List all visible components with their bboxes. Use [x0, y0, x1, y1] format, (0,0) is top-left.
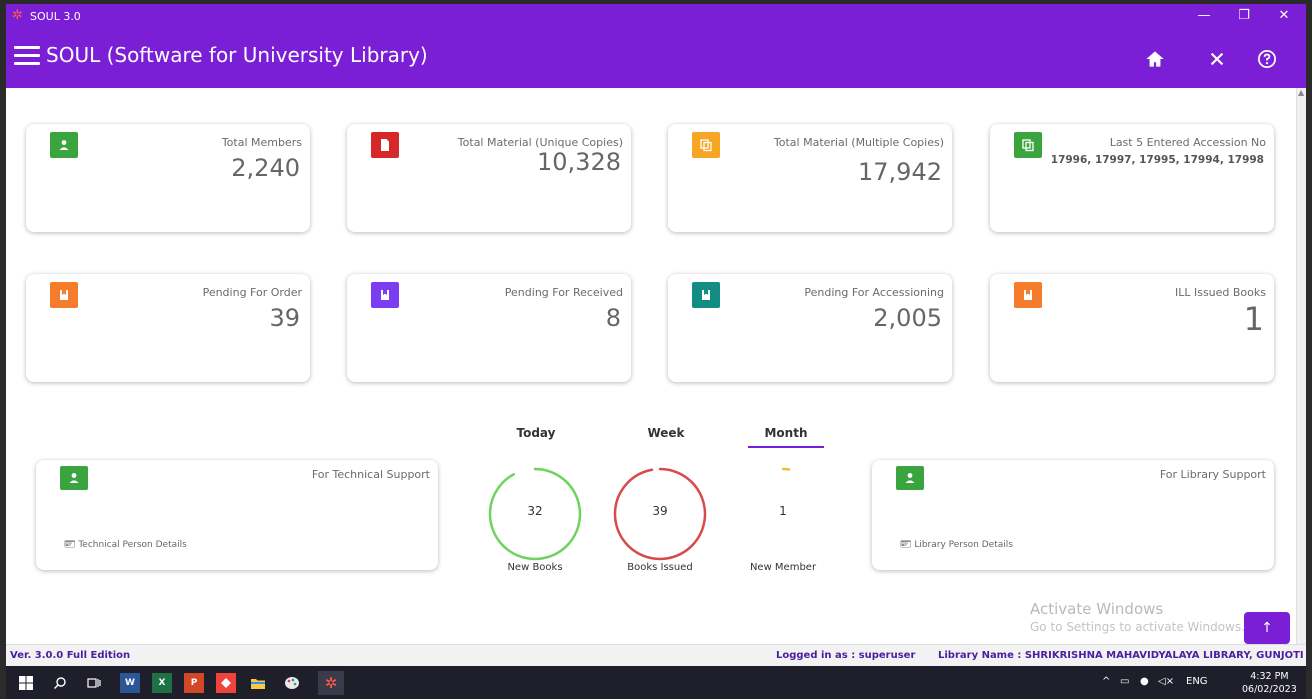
new-member-label: New Member	[749, 562, 817, 573]
card-label: Total Members	[221, 136, 302, 149]
tab-week[interactable]: Week	[636, 426, 696, 440]
person-icon	[50, 132, 78, 158]
id-card-icon: 🪪︎	[64, 540, 76, 550]
card-label: Pending For Order	[202, 286, 302, 299]
search-icon[interactable]	[50, 673, 70, 693]
tray-chevron-icon[interactable]: ^	[1102, 676, 1110, 687]
status-bar: Ver. 3.0.0 Full Edition Logged in as : s…	[6, 644, 1306, 666]
excel-icon[interactable]: X	[152, 673, 172, 693]
maximize-button[interactable]: ❐	[1226, 6, 1262, 26]
active-tab-indicator	[748, 446, 824, 448]
card-last-accession[interactable]: Last 5 Entered Accession No 17996, 17997…	[990, 124, 1274, 232]
file-explorer-icon[interactable]	[248, 673, 268, 693]
arrow-up-icon: ↑	[1261, 620, 1273, 636]
bookmark-icon	[50, 282, 78, 308]
card-total-members[interactable]: Total Members 2,240	[26, 124, 310, 232]
windows-icon[interactable]	[16, 673, 36, 693]
clock-time: 4:32 PM	[1250, 671, 1289, 682]
books-issued-value: 39	[652, 504, 668, 518]
card-label: Pending For Accessioning	[804, 286, 944, 299]
library-name-text: Library Name : SHRIKRISHNA MAHAVIDYALAYA…	[938, 650, 1304, 661]
close-icon[interactable]	[1204, 46, 1230, 72]
card-label: Last 5 Entered Accession No	[1109, 136, 1266, 149]
card-value: 2,240	[231, 154, 300, 182]
library-support-label: For Library Support	[1159, 468, 1266, 481]
title-bar: ✲ SOUL 3.0 — ❐ ✕	[6, 4, 1306, 30]
card-value: 8	[605, 304, 621, 332]
copy-icon	[1014, 132, 1042, 158]
activate-windows-subtitle: Go to Settings to activate Windows.	[1030, 620, 1245, 634]
activate-windows-title: Activate Windows	[1030, 600, 1164, 618]
library-support-card[interactable]: For Library Support 🪪︎ Library Person De…	[872, 460, 1274, 570]
menu-icon[interactable]	[14, 46, 40, 66]
id-card-icon: 🪪︎	[900, 540, 912, 550]
library-person-details[interactable]: 🪪︎ Library Person Details	[900, 540, 1013, 550]
vertical-scrollbar[interactable]: ▲	[1296, 88, 1306, 644]
minimize-button[interactable]: —	[1186, 6, 1222, 26]
app-bar: SOUL (Software for University Library)	[6, 30, 1306, 88]
paint-icon[interactable]	[282, 673, 302, 693]
scroll-to-top-button[interactable]: ↑	[1244, 612, 1290, 644]
card-label: ILL Issued Books	[1174, 286, 1266, 299]
technical-support-card[interactable]: For Technical Support 🪪︎ Technical Perso…	[36, 460, 438, 570]
tab-today[interactable]: Today	[506, 426, 566, 440]
home-icon[interactable]	[1142, 46, 1168, 72]
card-value: 17,942	[858, 158, 942, 186]
books-issued-label: Books Issued	[627, 562, 693, 573]
language-indicator[interactable]: ENG	[1186, 676, 1208, 687]
network-icon[interactable]: ▭	[1120, 676, 1129, 687]
word-icon[interactable]: W	[120, 673, 140, 693]
card-label: Total Material (Multiple Copies)	[773, 136, 944, 149]
logged-in-text: Logged in as : superuser	[776, 650, 916, 661]
version-text: Ver. 3.0.0 Full Edition	[10, 650, 131, 661]
card-pending-order[interactable]: Pending For Order 39	[26, 274, 310, 382]
person-icon	[60, 466, 88, 490]
windows-taskbar: W X P ✲ ^ ▭ ● ◁× ENG 4:32 PM 06/02/2023	[6, 666, 1306, 699]
card-value: 17996, 17997, 17995, 17994, 17998	[1050, 154, 1264, 166]
anydesk-icon[interactable]	[216, 673, 236, 693]
new-books-value: 32	[527, 504, 543, 518]
bookmark-icon	[371, 282, 399, 308]
library-details-text: Library Person Details	[914, 540, 1013, 550]
card-value: 39	[269, 304, 300, 332]
card-value: 2,005	[873, 304, 942, 332]
app-title: SOUL (Software for University Library)	[46, 43, 428, 67]
card-ill-issued[interactable]: ILL Issued Books 1	[990, 274, 1274, 382]
speaker-muted-icon[interactable]: ◁×	[1158, 676, 1174, 687]
technical-details-text: Technical Person Details	[78, 540, 187, 550]
new-books-label: New Books	[507, 562, 563, 573]
card-unique-copies[interactable]: Total Material (Unique Copies) 10,328	[347, 124, 631, 232]
soul-logo-icon: ✲	[12, 8, 23, 23]
person-icon	[896, 466, 924, 490]
card-value: 10,328	[537, 148, 621, 176]
copy-icon	[692, 132, 720, 158]
window-title: SOUL 3.0	[30, 10, 81, 23]
card-label: Pending For Received	[504, 286, 623, 299]
bookmark-icon	[692, 282, 720, 308]
bookmark-icon	[1014, 282, 1042, 308]
tab-month[interactable]: Month	[748, 426, 824, 440]
card-multiple-copies[interactable]: Total Material (Multiple Copies) 17,942	[668, 124, 952, 232]
technical-support-label: For Technical Support	[311, 468, 430, 481]
clock-date: 06/02/2023	[1242, 684, 1297, 695]
soul-icon[interactable]: ✲	[318, 671, 344, 695]
card-pending-accessioning[interactable]: Pending For Accessioning 2,005	[668, 274, 952, 382]
new-member-value: 1	[779, 504, 787, 518]
clock[interactable]: 4:32 PM 06/02/2023	[1242, 670, 1297, 696]
card-pending-received[interactable]: Pending For Received 8	[347, 274, 631, 382]
card-value: 1	[1243, 300, 1264, 338]
technical-person-details[interactable]: 🪪︎ Technical Person Details	[64, 540, 187, 550]
help-icon[interactable]	[1254, 46, 1280, 72]
document-icon	[371, 132, 399, 158]
task-view-icon[interactable]	[84, 673, 104, 693]
app-window: ✲ SOUL 3.0 — ❐ ✕ SOUL (Software for Univ…	[6, 4, 1306, 666]
powerpoint-icon[interactable]: P	[184, 673, 204, 693]
microphone-icon[interactable]: ●	[1140, 676, 1149, 687]
scroll-up-arrow-icon[interactable]: ▲	[1298, 88, 1304, 97]
window-close-button[interactable]: ✕	[1266, 6, 1302, 26]
